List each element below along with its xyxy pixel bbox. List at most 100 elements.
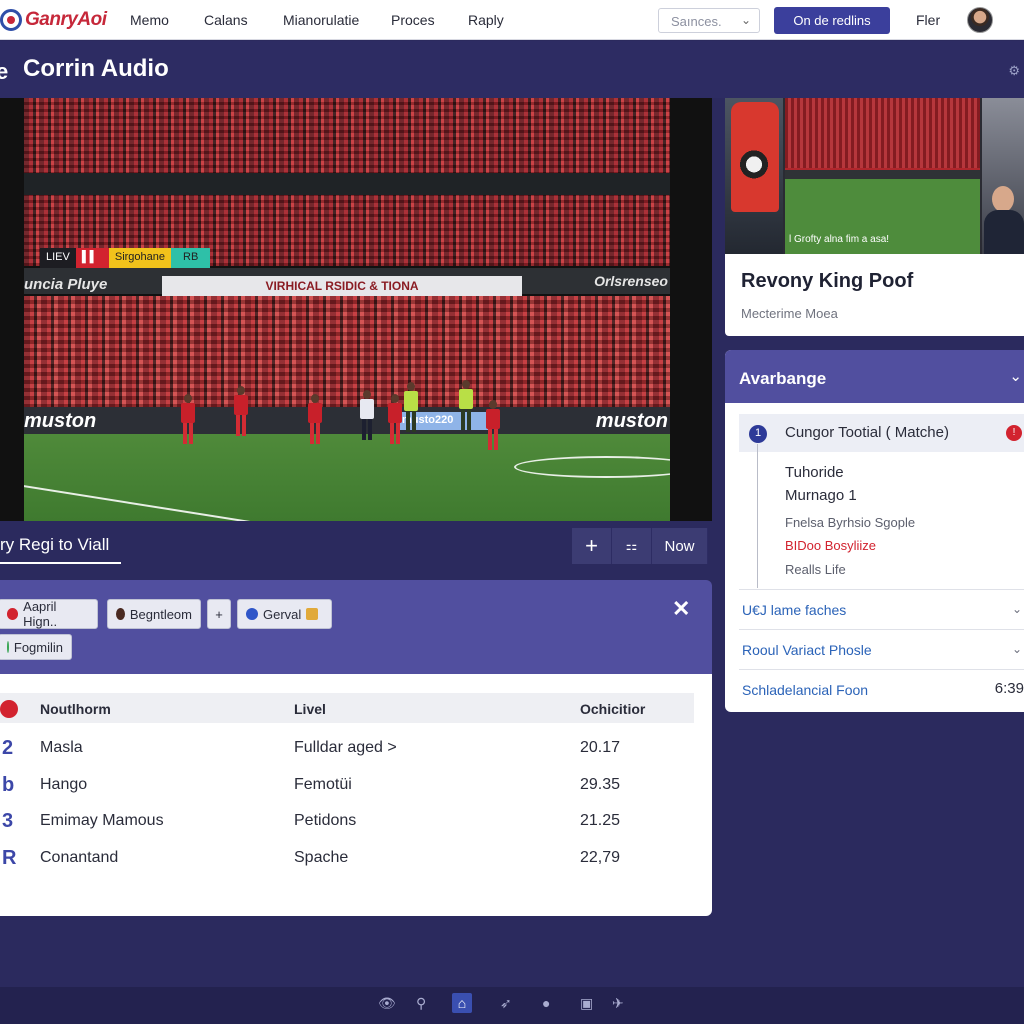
add-button[interactable]: +	[572, 528, 612, 564]
close-icon[interactable]: ✕	[672, 596, 690, 622]
player	[486, 400, 500, 450]
grid-icon[interactable]: ⚏	[612, 528, 652, 564]
board-left-text: uncia Pluye	[24, 276, 108, 293]
logo-icon	[0, 9, 22, 31]
ad-right: muston	[595, 410, 668, 432]
accordion-row[interactable]: U€J lame faches ⌄	[739, 589, 1024, 629]
video-frame: uncia Pluye VIRHICAL RSIDIC & TIONA Orls…	[24, 98, 670, 521]
timeline-line	[757, 444, 758, 588]
time-value: 6:39	[994, 680, 1024, 697]
chevron-down-icon: ⌄	[1011, 602, 1022, 616]
filter-chip[interactable]: Aapril Hign..	[0, 599, 98, 629]
pitch-ad-board	[24, 407, 670, 434]
control-group: + ⚏ Now	[572, 528, 708, 564]
badge-icon	[306, 608, 319, 620]
presenter-image	[982, 98, 1024, 254]
table-cell-name[interactable]: Hango	[40, 776, 87, 794]
table-cell-value: 22,79	[580, 849, 621, 866]
bottle-image	[725, 98, 783, 254]
player	[234, 386, 248, 436]
chevron-down-icon: ⌄	[740, 13, 751, 27]
video-player[interactable]: uncia Pluye VIRHICAL RSIDIC & TIONA Orls…	[0, 98, 712, 521]
filter-chip[interactable]: Fogmilin	[0, 634, 72, 660]
now-button[interactable]: Now	[652, 528, 708, 564]
player	[181, 394, 195, 444]
accordion-panel: Avarbange ⌄ 1 Cungor Tootial ( Matche) !…	[725, 350, 1024, 712]
column-header[interactable]: Ochicitior	[580, 701, 645, 717]
gear-icon[interactable]: ⚙	[1008, 63, 1020, 79]
eye-icon[interactable]: 👁	[378, 995, 396, 1012]
user-icon[interactable]: ●	[542, 995, 550, 1011]
table-cell-value: 21.25	[580, 812, 621, 829]
match-label: Cungor Tootial ( Matche)	[785, 424, 949, 441]
nav-link-calans[interactable]: Calans	[204, 12, 248, 28]
tab-underline	[0, 562, 121, 564]
share-icon[interactable]: ✈	[612, 995, 624, 1012]
accordion-row-label: Rooul Variact Phosle	[742, 642, 872, 658]
chip-label: Gerval	[263, 606, 302, 622]
cta-button[interactable]: On de redlins	[774, 7, 890, 34]
lock-icon[interactable]: ▣	[580, 995, 593, 1012]
row-number: R	[2, 847, 17, 869]
table-cell-live[interactable]: Femotüi	[294, 776, 352, 794]
section-tab[interactable]: ry Regi to Viall	[0, 535, 109, 555]
accordion-row[interactable]: Schladelancial Foon 6:39	[739, 669, 1024, 709]
board-mid-text: VIRHICAL RSIDIC & TIONA	[162, 276, 522, 296]
add-filter-button[interactable]: +	[207, 599, 231, 629]
alert-icon: !	[1006, 425, 1022, 441]
chevron-down-icon[interactable]: ⌄	[1009, 367, 1022, 385]
card-subtitle: Mecterime Moea	[741, 306, 838, 321]
timeline-item: Tuhoride	[785, 464, 844, 481]
nav-link-mianorulatie[interactable]: Mianorulatie	[283, 12, 359, 28]
table-cell-name[interactable]: Masla	[40, 739, 83, 757]
related-video-card[interactable]: l Grofty alna fim a asa! Revony King Poo…	[725, 98, 1024, 336]
accordion-header[interactable]: Avarbange ⌄	[725, 350, 1024, 403]
app-logo[interactable]: GanryAoi	[0, 7, 107, 33]
video-thumbnail[interactable]: l Grofty alna fim a asa!	[725, 98, 1024, 254]
step-number: 1	[749, 425, 767, 443]
accordion-row[interactable]: Rooul Variact Phosle ⌄	[739, 629, 1024, 669]
table-cell-name[interactable]: Emimay Mamous	[40, 812, 164, 830]
table-cell-value: 29.35	[580, 776, 621, 793]
stand-band	[24, 173, 670, 195]
logo-text: GanryAoi	[25, 9, 107, 30]
accordion-row-label: U€J lame faches	[742, 602, 847, 618]
search-select[interactable]: Saınces. ⌄	[658, 8, 760, 33]
search-icon[interactable]: ⚲	[416, 995, 426, 1012]
player	[459, 380, 473, 430]
table-cell-name[interactable]: Conantand	[40, 849, 118, 867]
board-right-text: Orlsrenseo	[594, 273, 668, 289]
column-header[interactable]: Noutlhorm	[40, 701, 111, 717]
timeline-item: Murnago 1	[785, 487, 857, 504]
live-tags: LIEV ▌▌ Sirgohane RB	[40, 248, 211, 268]
avatar[interactable]	[967, 7, 993, 33]
red-dot-icon	[7, 608, 19, 620]
table-cell-live[interactable]: Spache	[294, 849, 348, 867]
status-dot-icon	[0, 700, 18, 718]
filter-chip[interactable]: Gerval	[237, 599, 332, 629]
app-icon: e	[0, 59, 9, 84]
timeline-item: Realls Life	[785, 562, 846, 577]
nav-link-proces[interactable]: Proces	[391, 12, 435, 28]
table-cell-live[interactable]: Petidons	[294, 812, 356, 830]
yellow-tag: Sirgohane	[108, 248, 172, 268]
nav-link-raply[interactable]: Raply	[468, 12, 504, 28]
nav-link-fler[interactable]: Fler	[916, 12, 940, 28]
home-icon[interactable]: ⌂	[452, 993, 472, 1013]
red-tag: ▌▌	[75, 248, 109, 268]
player	[360, 390, 374, 440]
table-cell-live[interactable]: Fulldar aged >	[294, 739, 397, 757]
column-header[interactable]: Livel	[294, 701, 326, 717]
top-navigation: GanryAoi Memo Calans Mianorulatie Proces…	[0, 0, 1024, 40]
timeline-item: Fnelsa Byrhsio Sgople	[785, 515, 916, 530]
blue-dot-icon	[246, 608, 258, 620]
timeline-item-highlight[interactable]: BIDoo Bosyliize	[785, 538, 876, 553]
chevron-down-icon: ⌄	[1011, 642, 1022, 656]
row-number: 3	[2, 810, 14, 832]
nav-link-memo[interactable]: Memo	[130, 12, 169, 28]
title-bar: e Corrin Audio ⚙	[0, 41, 1024, 98]
card-title[interactable]: Revony King Poof	[741, 270, 913, 293]
filter-chip[interactable]: Begntleom	[107, 599, 201, 629]
bird-icon[interactable]: ➶	[500, 995, 512, 1012]
teal-tag: RB	[171, 248, 211, 268]
